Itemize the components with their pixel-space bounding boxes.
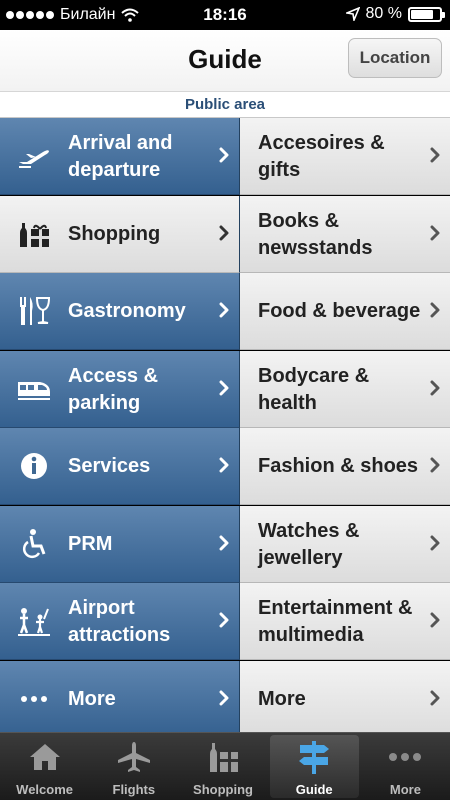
subcategory-cell[interactable]: Entertainment & multimedia (240, 583, 450, 660)
category-label: Airport attractions (68, 596, 171, 646)
guide-row: PRM Watches & jewellery (0, 506, 450, 583)
navigation-bar: Guide Location (0, 30, 450, 92)
guide-grid: Arrival and departure Accesoires & gifts S… (0, 118, 450, 738)
category-cell[interactable]: Shopping (0, 196, 240, 273)
status-right: 80 % (345, 5, 445, 23)
tab-more[interactable]: More (361, 733, 450, 800)
tab-label: Flights (112, 782, 156, 797)
subcategory-cell[interactable]: Books & newsstands (240, 196, 450, 273)
location-arrow-icon (345, 7, 360, 21)
subcategory-label: Watches & jewellery (258, 519, 360, 569)
category-cell[interactable]: Services (0, 428, 240, 505)
subcategory-label: Books & newsstands (258, 209, 373, 259)
subcategory-label: Fashion & shoes (258, 455, 419, 477)
more-dots-icon (16, 683, 52, 715)
status-bar: Билайн 18:16 80 % (0, 0, 450, 30)
family-attractions-icon (16, 605, 52, 637)
chevron-right-icon (430, 457, 440, 473)
subcategory-cell[interactable]: Accesoires & gifts (240, 118, 450, 195)
guide-row: Shopping Books & newsstands (0, 196, 450, 273)
category-label: Services (68, 455, 151, 477)
subcategory-label: More (258, 688, 306, 710)
subcategory-cell[interactable]: Bodycare & health (240, 351, 450, 428)
chevron-right-icon (219, 690, 229, 706)
chevron-right-icon (430, 612, 440, 628)
guide-row: Airport attractions Entertainment & multi… (0, 583, 450, 660)
tab-label: Welcome (16, 782, 74, 797)
fork-knife-glass-icon (16, 295, 52, 327)
gift-bottle-icon (16, 218, 52, 250)
chevron-right-icon (219, 535, 229, 551)
subcategory-label: Food & beverage (258, 300, 421, 322)
category-cell[interactable]: Gastronomy (0, 273, 240, 350)
category-label: Gastronomy (68, 300, 186, 322)
info-icon (16, 450, 52, 482)
tab-label: Shopping (193, 782, 253, 797)
subcategory-cell[interactable]: More (240, 661, 450, 738)
chevron-right-icon (219, 147, 229, 163)
guide-row: Access & parking Bodycare & health (0, 351, 450, 428)
chevron-right-icon (219, 457, 229, 473)
tab-flights[interactable]: Flights (89, 733, 178, 800)
tab-bar: Welcome Flights Shopping Guide More (0, 732, 450, 800)
section-header: Public area (0, 92, 450, 118)
signpost-icon (270, 739, 359, 775)
subcategory-cell[interactable]: Watches & jewellery (240, 506, 450, 583)
battery-percent: 80 % (365, 5, 402, 22)
location-button[interactable]: Location (348, 38, 442, 78)
guide-row: Services Fashion & shoes (0, 428, 450, 505)
chevron-right-icon (430, 690, 440, 706)
wheelchair-icon (16, 528, 52, 560)
more-dots-icon (361, 739, 450, 775)
category-cell[interactable]: Airport attractions (0, 583, 240, 660)
category-label: Shopping (68, 223, 161, 245)
chevron-right-icon (430, 147, 440, 163)
plane-icon (89, 739, 178, 775)
battery-icon (408, 6, 445, 22)
chevron-right-icon (430, 535, 440, 551)
chevron-right-icon (219, 612, 229, 628)
chevron-right-icon (219, 302, 229, 318)
home-icon (0, 739, 89, 775)
guide-row: Arrival and departure Accesoires & gifts (0, 118, 450, 195)
chevron-right-icon (219, 380, 229, 396)
category-cell[interactable]: More (0, 661, 240, 738)
subcategory-cell[interactable]: Food & beverage (240, 273, 450, 350)
subcategory-label: Accesoires & gifts (258, 131, 385, 181)
guide-row: Gastronomy Food & beverage (0, 273, 450, 350)
category-label: PRM (68, 533, 113, 555)
chevron-right-icon (430, 225, 440, 241)
category-cell[interactable]: Access & parking (0, 351, 240, 428)
chevron-right-icon (219, 225, 229, 241)
train-icon (16, 373, 52, 405)
tab-welcome[interactable]: Welcome (0, 733, 89, 800)
category-cell[interactable]: PRM (0, 506, 240, 583)
subcategory-label: Bodycare & health (258, 364, 370, 414)
chevron-right-icon (430, 380, 440, 396)
category-label: More (68, 688, 116, 710)
subcategory-label: Entertainment & multimedia (258, 596, 413, 646)
category-label: Arrival and departure (68, 131, 173, 181)
tab-label: More (389, 782, 421, 797)
category-label: Access & parking (68, 364, 159, 414)
tab-guide[interactable]: Guide (269, 735, 359, 798)
subcategory-cell[interactable]: Fashion & shoes (240, 428, 450, 505)
shopping-icon (178, 739, 267, 775)
tab-shopping[interactable]: Shopping (178, 733, 267, 800)
category-cell[interactable]: Arrival and departure (0, 118, 240, 195)
plane-icon (16, 140, 52, 172)
chevron-right-icon (430, 302, 440, 318)
tab-label: Guide (295, 782, 333, 797)
guide-row: More More (0, 661, 450, 738)
